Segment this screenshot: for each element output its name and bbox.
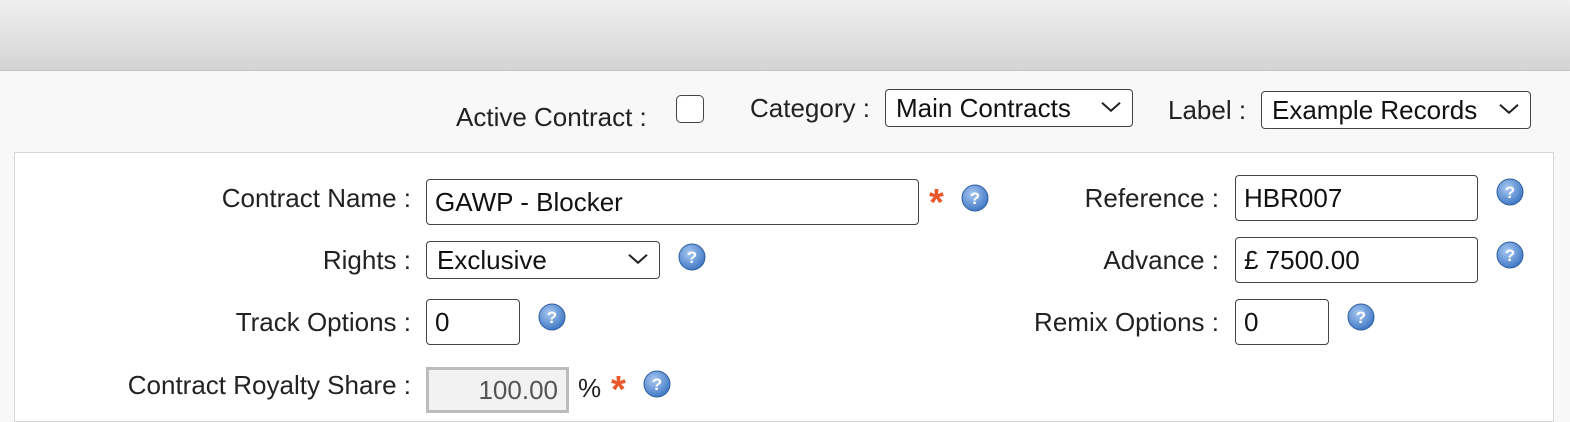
label-label: Label : [1168, 95, 1247, 125]
reference-input[interactable]: HBR007 [1235, 175, 1478, 221]
remix-options-label: Remix Options : [1034, 307, 1219, 337]
help-icon[interactable]: ? [677, 242, 707, 272]
contract-name-input[interactable]: GAWP - Blocker [426, 179, 919, 225]
royalty-share-value: 100.00 [478, 374, 558, 405]
svg-text:?: ? [1505, 246, 1515, 265]
chevron-down-icon [1499, 104, 1519, 115]
advance-value: £ 7500.00 [1244, 244, 1360, 275]
help-icon[interactable]: ? [1495, 240, 1525, 270]
advance-input[interactable]: £ 7500.00 [1235, 237, 1478, 283]
svg-text:?: ? [1356, 308, 1366, 327]
required-asterisk: * [611, 369, 626, 411]
rights-value: Exclusive [437, 244, 547, 275]
royalty-share-input[interactable]: 100.00 [426, 367, 569, 413]
category-value: Main Contracts [896, 92, 1071, 123]
rights-select[interactable]: Exclusive [426, 241, 660, 279]
category-label: Category : [750, 93, 870, 123]
svg-text:?: ? [687, 248, 697, 267]
remix-options-value: 0 [1244, 306, 1259, 337]
chevron-down-icon [1101, 102, 1121, 113]
chevron-down-icon [628, 254, 648, 265]
track-options-label: Track Options : [235, 307, 411, 337]
remix-options-input[interactable]: 0 [1235, 299, 1329, 345]
royalty-share-unit: % [578, 373, 602, 403]
track-options-value: 0 [435, 306, 450, 337]
label-value: Example Records [1272, 94, 1478, 125]
reference-value: HBR007 [1244, 182, 1343, 213]
svg-text:?: ? [652, 375, 662, 394]
svg-text:?: ? [547, 308, 557, 327]
track-options-input[interactable]: 0 [426, 299, 520, 345]
active-contract-checkbox[interactable] [676, 95, 704, 123]
help-icon[interactable]: ? [1495, 177, 1525, 207]
contract-name-value: GAWP - Blocker [435, 186, 623, 217]
help-icon[interactable]: ? [642, 369, 672, 399]
rights-label: Rights : [322, 245, 411, 275]
help-icon[interactable]: ? [537, 302, 567, 332]
required-asterisk: * [929, 182, 944, 224]
top-toolbar [0, 0, 1570, 71]
svg-text:?: ? [970, 189, 980, 208]
category-select[interactable]: Main Contracts [885, 89, 1133, 127]
royalty-share-label: Contract Royalty Share : [127, 370, 411, 400]
active-contract-label: Active Contract : [456, 102, 647, 132]
reference-label: Reference : [1084, 183, 1219, 213]
contract-name-label: Contract Name : [221, 183, 411, 213]
label-select[interactable]: Example Records [1261, 91, 1531, 129]
help-icon[interactable]: ? [960, 183, 990, 213]
svg-text:?: ? [1505, 183, 1515, 202]
help-icon[interactable]: ? [1346, 302, 1376, 332]
advance-label: Advance : [1103, 245, 1219, 275]
